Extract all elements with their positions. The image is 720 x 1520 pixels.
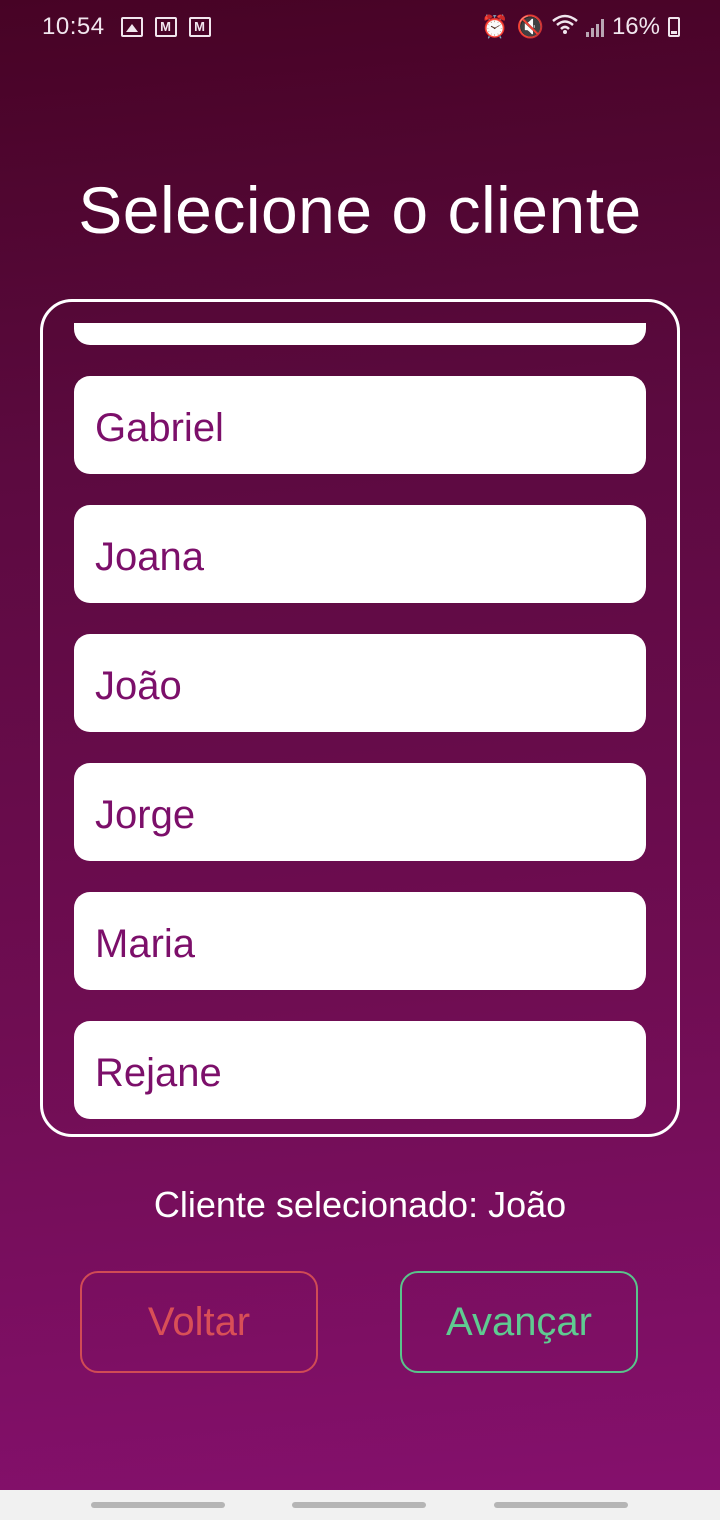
status-left: 10:54 M M xyxy=(42,13,211,41)
client-name: Rejane xyxy=(95,1050,222,1095)
signal-icon xyxy=(585,17,604,37)
client-list-frame: Ana Gabriel Joana João Jorge Maria Rejane xyxy=(40,299,680,1137)
battery-icon xyxy=(668,17,680,37)
client-name: Jorge xyxy=(95,792,196,837)
recent-apps-button[interactable] xyxy=(91,1502,225,1508)
page-title: Selecione o cliente xyxy=(78,173,642,247)
battery-percent: 16% xyxy=(611,13,660,40)
client-list[interactable]: Ana Gabriel Joana João Jorge Maria Rejane xyxy=(74,323,649,1125)
navigation-bar xyxy=(0,1490,720,1520)
client-item[interactable]: Rejane xyxy=(74,1021,646,1119)
client-name: Gabriel xyxy=(95,405,224,450)
gmail-icon: M xyxy=(188,17,211,37)
status-bar: 10:54 M M ⏰ 🔇 16% xyxy=(0,0,720,56)
client-list-track: Ana Gabriel Joana João Jorge Maria Rejane xyxy=(74,323,646,1125)
client-item[interactable]: Jorge xyxy=(74,763,646,861)
client-item[interactable]: Gabriel xyxy=(74,376,646,474)
client-item[interactable]: Ana xyxy=(74,323,646,345)
status-time: 10:54 xyxy=(42,13,105,40)
client-item[interactable]: Joana xyxy=(74,505,646,603)
selected-client-text: Cliente selecionado: João xyxy=(153,1184,567,1225)
gmail-icon: M xyxy=(154,17,177,37)
alarm-icon: ⏰ xyxy=(481,14,509,39)
client-name: João xyxy=(95,663,182,708)
client-name: Joana xyxy=(95,534,204,579)
gallery-icon xyxy=(120,17,143,37)
back-button[interactable]: Voltar xyxy=(80,1271,318,1373)
client-item[interactable]: Maria xyxy=(74,892,646,990)
wifi-icon xyxy=(552,14,578,40)
home-button[interactable] xyxy=(292,1502,426,1508)
status-right: ⏰ 🔇 16% xyxy=(481,13,680,41)
back-nav-button[interactable] xyxy=(494,1502,628,1508)
client-name: Maria xyxy=(95,921,196,966)
mute-icon: 🔇 xyxy=(516,14,544,39)
client-item[interactable]: João xyxy=(74,634,646,732)
next-button[interactable]: Avançar xyxy=(400,1271,638,1373)
